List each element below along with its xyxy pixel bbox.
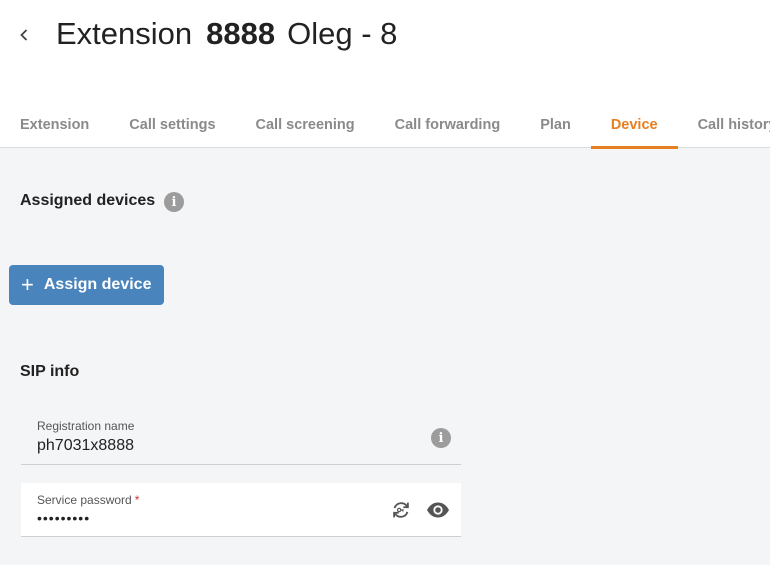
- tab-extension[interactable]: Extension: [0, 102, 109, 148]
- extension-number: 8888: [206, 16, 276, 51]
- tab-call-forwarding[interactable]: Call forwarding: [375, 102, 521, 148]
- tab-device[interactable]: Device: [590, 102, 678, 149]
- service-password-label: Service password *: [37, 493, 140, 507]
- required-marker: *: [134, 493, 140, 507]
- plus-icon: +: [21, 272, 34, 297]
- assign-device-button[interactable]: + Assign device: [9, 265, 164, 305]
- page-title: Extension 8888 Oleg - 8: [56, 14, 397, 54]
- registration-name-field[interactable]: Registration name ph7031x8888 i: [21, 411, 461, 465]
- regenerate-icon: [393, 502, 409, 518]
- assigned-devices-title: Assigned devices: [20, 192, 156, 209]
- registration-name-value: ph7031x8888: [37, 437, 134, 454]
- page-header: Extension 8888 Oleg - 8 Extension Call set…: [0, 0, 770, 149]
- sip-info-title: SIP info: [20, 363, 80, 380]
- assign-device-label: Assign device: [43, 276, 152, 293]
- tab-call-history[interactable]: Call history: [678, 102, 770, 148]
- regenerate-password-button[interactable]: [389, 498, 413, 522]
- eye-icon: [427, 502, 449, 518]
- service-password-value: •••••••••: [37, 510, 91, 526]
- service-password-field[interactable]: Service password * •••••••••: [21, 483, 461, 537]
- extension-name: Oleg - 8: [287, 16, 398, 51]
- chevron-left-icon: [20, 29, 28, 41]
- tab-call-settings[interactable]: Call settings: [109, 102, 235, 148]
- info-icon[interactable]: i: [431, 428, 451, 448]
- tab-bar: Extension Call settings Call screening C…: [0, 102, 770, 149]
- back-button[interactable]: [14, 24, 34, 46]
- title-prefix: Extension: [56, 16, 193, 51]
- tab-plan[interactable]: Plan: [520, 102, 591, 148]
- show-password-button[interactable]: [426, 498, 450, 522]
- info-icon[interactable]: i: [164, 192, 184, 212]
- registration-name-label: Registration name: [37, 419, 135, 433]
- tab-call-screening[interactable]: Call screening: [236, 102, 375, 148]
